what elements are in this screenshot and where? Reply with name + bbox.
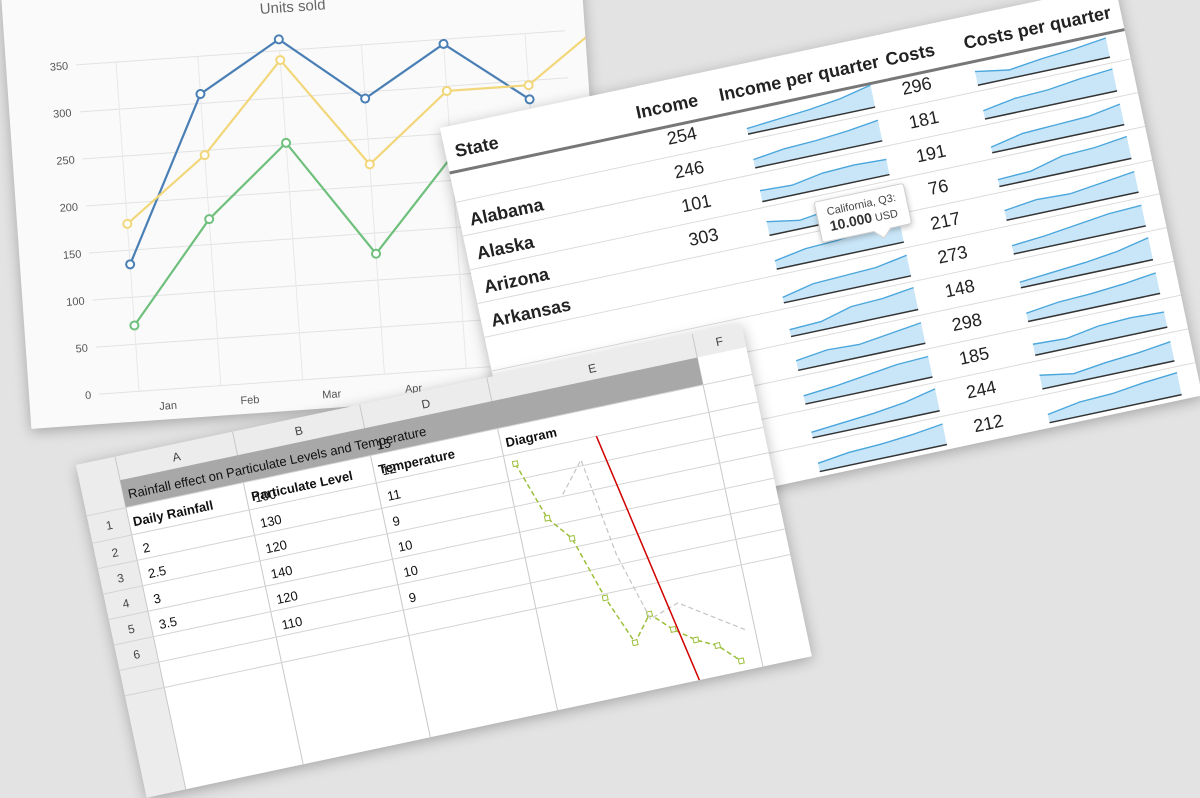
income-value: 101 (679, 190, 713, 216)
y-tick-label: 50 (75, 343, 88, 356)
sparkline-area (824, 463, 955, 506)
data-point (523, 80, 534, 91)
costs-value: 148 (943, 276, 977, 302)
x-tick-label: Feb (240, 394, 260, 407)
state-name: Arizona (482, 264, 552, 297)
data-point (281, 137, 292, 148)
row-line (119, 528, 785, 671)
column-header: State (453, 132, 500, 161)
data-point (195, 89, 206, 100)
rainfall-value: 2 (141, 540, 151, 556)
costs-value: 298 (950, 309, 984, 335)
data-point (371, 248, 382, 259)
y-tick-label: 0 (85, 390, 92, 402)
data-point (524, 94, 535, 105)
diagram-point (669, 625, 677, 633)
particulate-value: 130 (259, 512, 283, 531)
state-name: Alabama (468, 194, 547, 229)
temperature-value: 11 (386, 486, 402, 503)
diagram-point (601, 594, 609, 602)
costs-value: 212 (972, 411, 1006, 437)
sparkline-axis (1056, 427, 1189, 458)
particulate-value: 140 (269, 562, 293, 581)
costs-value: 185 (957, 343, 991, 369)
costs-value: 76 (926, 175, 950, 199)
temperature-value: 10 (402, 562, 419, 580)
rainfall-value: 3 (152, 590, 162, 606)
state-name: Arkansas (489, 294, 572, 330)
sparkline-axis (826, 477, 955, 507)
gridline (79, 77, 569, 113)
data-point (122, 218, 133, 229)
data-point (360, 93, 371, 104)
data-point (199, 150, 210, 161)
y-tick-label: 250 (56, 155, 75, 168)
y-tick-label: 150 (63, 249, 82, 262)
costs-value: 244 (964, 377, 998, 403)
tooltip-unit: USD (873, 207, 900, 225)
temperature-value: 9 (407, 589, 417, 605)
data-point (129, 320, 140, 331)
diagram-point (714, 641, 722, 650)
particulate-value: 120 (275, 588, 299, 607)
data-point (204, 214, 215, 225)
temperature-value: 12 (380, 461, 397, 479)
diagram-point (568, 534, 576, 543)
diagram-point (692, 636, 700, 644)
data-point (601, 15, 610, 26)
diagram-point (543, 514, 551, 522)
row-line (114, 503, 780, 646)
income-value: 246 (672, 157, 706, 183)
temperature-value: 15 (375, 435, 392, 453)
costs-value: 217 (929, 208, 963, 234)
y-tick-label: 350 (49, 60, 68, 73)
diagram-point (631, 639, 639, 647)
state-name: Alaska (475, 232, 537, 264)
diagram-point (737, 657, 745, 665)
chart-title: Units sold (259, 0, 326, 18)
rainfall-value: 2.5 (147, 563, 168, 581)
data-point (125, 259, 136, 270)
income-value: 303 (687, 224, 721, 250)
data-point (275, 55, 286, 66)
x-tick-label: Mar (322, 388, 342, 401)
temperature-value: 10 (397, 537, 414, 555)
column-header: Costs (883, 40, 936, 70)
x-tick-label: Jan (159, 400, 178, 413)
particulate-value: 120 (264, 537, 288, 556)
costs-value: 181 (907, 107, 941, 133)
diagram-point (511, 460, 519, 468)
y-tick-label: 100 (66, 296, 85, 309)
y-tick-label: 200 (59, 202, 78, 215)
diagram-gray-series (562, 458, 746, 631)
vgridline (279, 50, 304, 380)
data-point (273, 34, 284, 45)
row-line (124, 553, 791, 697)
data-point (438, 38, 449, 49)
costs-value: 191 (914, 141, 948, 167)
diagram-cursor-line (595, 435, 701, 681)
temperature-value: 9 (391, 513, 401, 529)
costs-value: 273 (936, 242, 970, 268)
gridline (76, 30, 565, 66)
costs-value: 172 (979, 444, 1013, 470)
column-header: Income (634, 90, 700, 123)
sparkline-area (1032, 312, 1168, 356)
particulate-value: 100 (253, 486, 277, 505)
y-tick-label: 300 (53, 107, 72, 120)
rainfall-value: 3.5 (157, 614, 178, 632)
data-point (364, 159, 375, 170)
data-point (441, 85, 452, 96)
